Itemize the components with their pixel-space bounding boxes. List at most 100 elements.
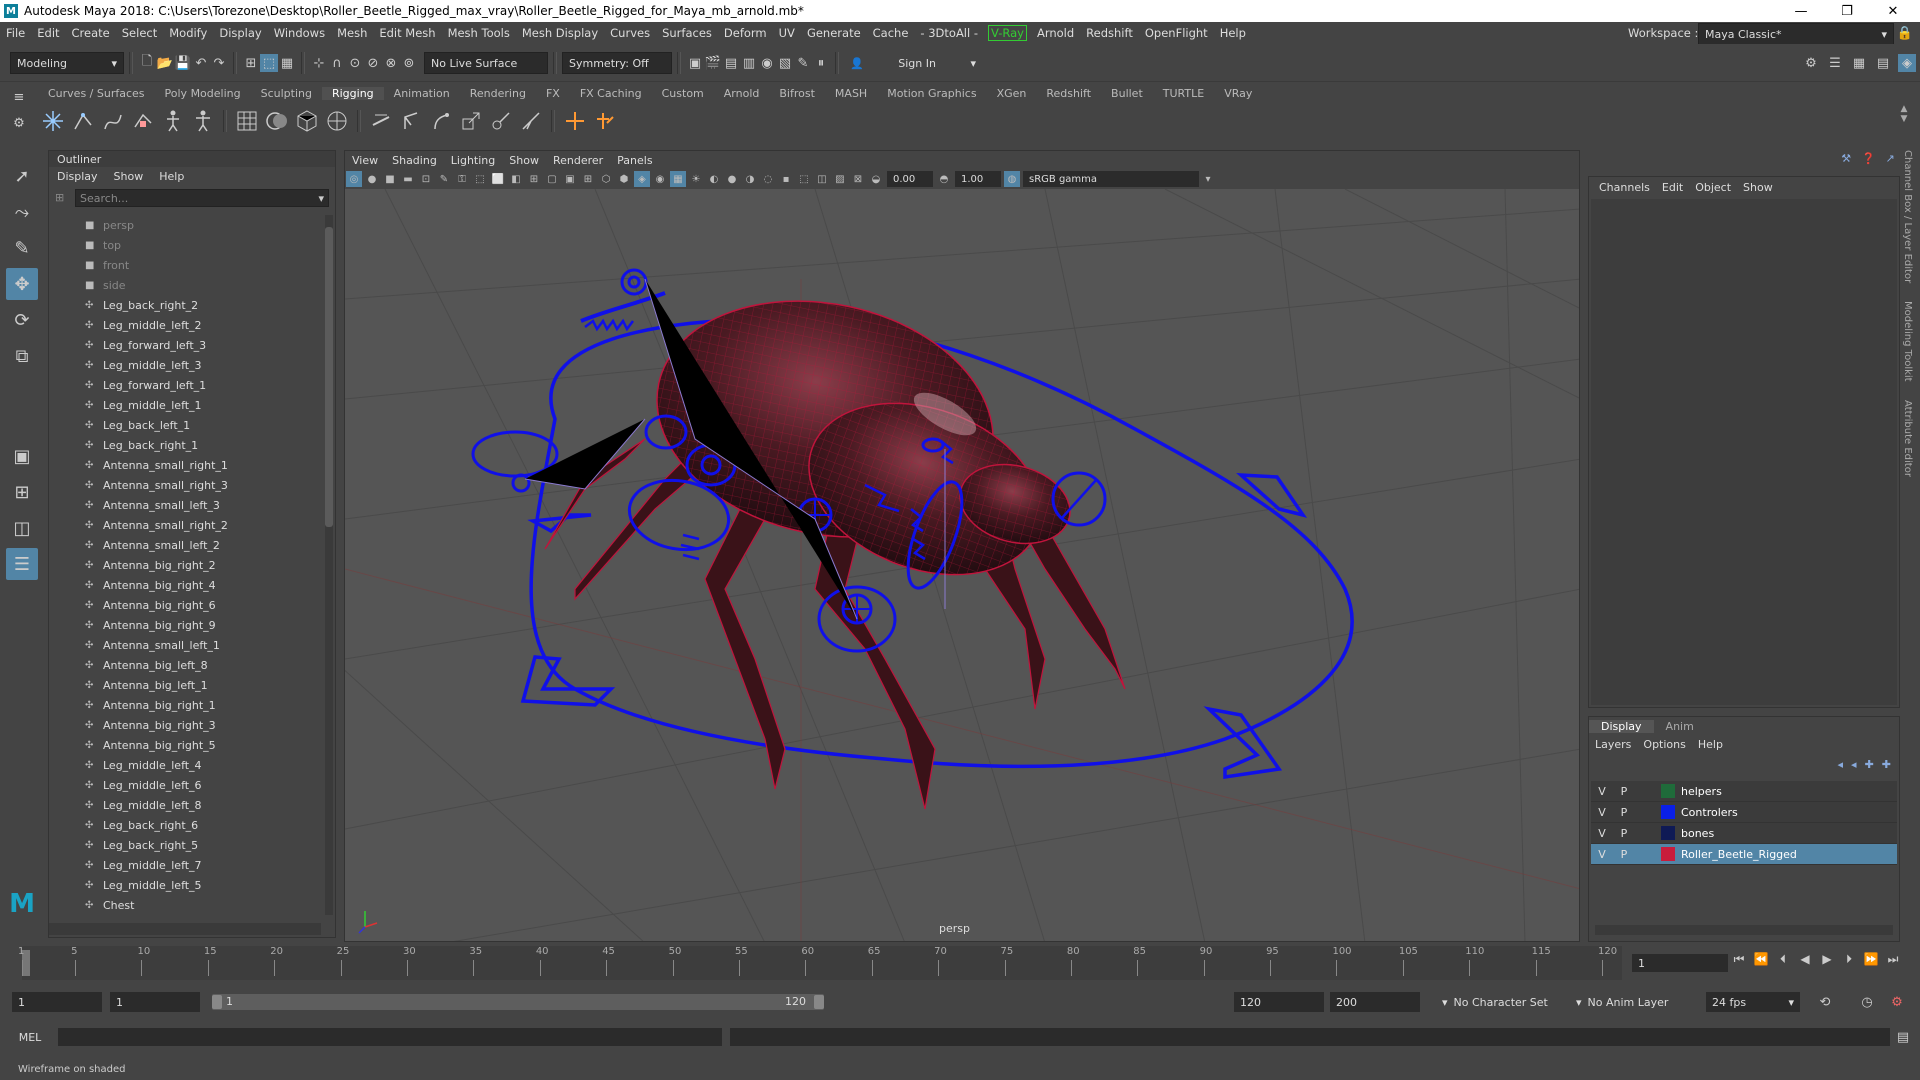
list-item[interactable]: ✣ Chest bbox=[49, 895, 321, 915]
ik-handle-icon[interactable] bbox=[69, 107, 97, 135]
lasso-tool-icon[interactable]: ⤳ bbox=[6, 196, 38, 228]
menu-openflight[interactable]: OpenFlight bbox=[1139, 26, 1214, 40]
menu-edit[interactable]: Edit bbox=[31, 26, 65, 40]
menu-select[interactable]: Select bbox=[116, 26, 163, 40]
layer-row[interactable]: V Pbones bbox=[1591, 823, 1897, 844]
snap-view-icon[interactable]: ⊗ bbox=[382, 54, 400, 72]
lock-icon[interactable]: 🔒 bbox=[1896, 24, 1914, 42]
anim-layer-dropdown[interactable]: ▾ No Anim Layer bbox=[1570, 992, 1680, 1012]
scale-constraint-icon[interactable] bbox=[457, 107, 485, 135]
auto-key-icon[interactable]: ◷ bbox=[1858, 993, 1876, 1011]
shelf-scroll[interactable]: ▲ ▼ bbox=[1896, 104, 1912, 138]
channelbox-menu-object[interactable]: Object bbox=[1689, 181, 1737, 194]
maximize-button[interactable]: ❐ bbox=[1824, 0, 1870, 22]
tool-settings-icon[interactable]: ▦ bbox=[1850, 54, 1868, 72]
field-chart-icon[interactable]: ⊞ bbox=[526, 171, 542, 187]
render-region-icon[interactable]: ▧ bbox=[776, 54, 794, 72]
2d-pan-icon[interactable]: ⊡ bbox=[418, 171, 434, 187]
list-item[interactable]: ✣ Antenna_small_right_3 bbox=[49, 475, 321, 495]
layer-visibility-toggle[interactable]: V bbox=[1591, 806, 1613, 819]
single-perspective-layout-icon[interactable]: ▣ bbox=[6, 440, 38, 472]
snap-curve-icon[interactable]: ∩ bbox=[328, 54, 346, 72]
ik-spline-icon[interactable] bbox=[99, 107, 127, 135]
fps-dropdown[interactable]: 24 fps ▾ bbox=[1706, 992, 1800, 1012]
wireframe-icon[interactable]: ⬡ bbox=[598, 171, 614, 187]
sync-icon[interactable]: ↗ bbox=[1886, 152, 1895, 170]
list-item[interactable]: ✣ Antenna_big_right_3 bbox=[49, 715, 321, 735]
bookmarks-icon[interactable]: ■ bbox=[382, 171, 398, 187]
safe-action-icon[interactable]: ▢ bbox=[544, 171, 560, 187]
current-frame-field[interactable]: 1 bbox=[1632, 954, 1728, 972]
grid-icon[interactable]: ⊞ bbox=[580, 171, 596, 187]
go-to-start-button[interactable]: ⏮ bbox=[1728, 952, 1750, 967]
select-hierarchy-icon[interactable]: ⊞ bbox=[242, 54, 260, 72]
select-tool-icon[interactable]: ➚ bbox=[6, 160, 38, 192]
modeling-toolkit-icon[interactable]: ⚙ bbox=[1802, 54, 1820, 72]
list-item[interactable]: ✣ Leg_middle_left_5 bbox=[49, 875, 321, 895]
select-object-icon[interactable]: ⬚ bbox=[260, 54, 278, 72]
snap-grid-icon[interactable]: ⊹ bbox=[310, 54, 328, 72]
image-plane-icon[interactable]: ▬ bbox=[400, 171, 416, 187]
menu-vray[interactable]: V-Ray bbox=[988, 25, 1027, 41]
list-item[interactable]: ✣ Leg_middle_left_3 bbox=[49, 355, 321, 375]
menu-file[interactable]: File bbox=[0, 26, 31, 40]
render-settings-icon[interactable]: ▥ bbox=[740, 54, 758, 72]
list-item[interactable]: ✣ Leg_middle_left_8 bbox=[49, 795, 321, 815]
menu-windows[interactable]: Windows bbox=[268, 26, 331, 40]
layer-color-swatch[interactable] bbox=[1661, 826, 1675, 840]
viewport-menu-shading[interactable]: Shading bbox=[385, 154, 444, 167]
character-set-dropdown[interactable]: ▾ No Character Set bbox=[1436, 992, 1566, 1012]
smooth-shade-icon[interactable]: ⬢ bbox=[616, 171, 632, 187]
shadows-icon[interactable]: ◐ bbox=[706, 171, 722, 187]
list-item[interactable]: ✣ Antenna_big_left_8 bbox=[49, 655, 321, 675]
render-frame-icon[interactable]: 🎬 bbox=[704, 54, 722, 72]
viewport-menu-view[interactable]: View bbox=[345, 154, 385, 167]
layer-visibility-toggle[interactable]: V bbox=[1591, 848, 1613, 861]
menu-redshift[interactable]: Redshift bbox=[1080, 26, 1139, 40]
list-item[interactable]: ✣ Leg_back_right_6 bbox=[49, 815, 321, 835]
outliner-menu-display[interactable]: Display bbox=[49, 170, 106, 183]
cluster-icon[interactable] bbox=[591, 107, 619, 135]
menu-create[interactable]: Create bbox=[66, 26, 116, 40]
shelf-tab-xgen[interactable]: XGen bbox=[987, 87, 1037, 100]
shelf-tab-menu-icon[interactable]: ≡ bbox=[10, 88, 28, 106]
menuset-dropdown[interactable]: Modeling ▾ bbox=[10, 52, 124, 74]
tab-attribute-editor[interactable]: Attribute Editor bbox=[1902, 400, 1913, 477]
point-constraint-icon[interactable] bbox=[367, 107, 395, 135]
layer-visibility-toggle[interactable]: V bbox=[1591, 785, 1613, 798]
tab-display[interactable]: Display bbox=[1589, 719, 1654, 733]
snapshot-icon[interactable]: ✎ bbox=[794, 54, 812, 72]
outliner-h-scrollbar[interactable] bbox=[49, 923, 321, 935]
command-input[interactable] bbox=[58, 1028, 722, 1046]
layer-menu-help[interactable]: Help bbox=[1692, 738, 1729, 751]
open-scene-icon[interactable]: 📂 bbox=[156, 54, 174, 72]
outliner-scrollbar[interactable] bbox=[325, 215, 333, 915]
list-item[interactable]: ✣ Antenna_big_right_6 bbox=[49, 595, 321, 615]
pause-icon[interactable]: ⏸ bbox=[812, 54, 830, 72]
aim-constraint-icon[interactable] bbox=[397, 107, 425, 135]
create-joints-icon[interactable] bbox=[39, 107, 67, 135]
list-item[interactable]: ✣ Antenna_big_right_2 bbox=[49, 555, 321, 575]
camera-tool-icon[interactable]: ⚒ bbox=[1841, 152, 1851, 170]
undo-icon[interactable]: ↶ bbox=[192, 54, 210, 72]
viewport-menu-show[interactable]: Show bbox=[502, 154, 546, 167]
snap-point-icon[interactable]: ⊙ bbox=[346, 54, 364, 72]
list-item[interactable]: ✣ Antenna_big_right_1 bbox=[49, 695, 321, 715]
save-scene-icon[interactable]: 💾 bbox=[174, 54, 192, 72]
wrap-icon[interactable] bbox=[323, 107, 351, 135]
list-item[interactable]: ✣ Leg_back_left_1 bbox=[49, 415, 321, 435]
orient-constraint-icon[interactable] bbox=[427, 107, 455, 135]
attribute-editor-icon[interactable]: ☰ bbox=[1826, 54, 1844, 72]
layer-row[interactable]: V P Roller_Beetle_Rigged bbox=[1591, 844, 1897, 865]
workspace-dropdown[interactable]: Maya Classic* ▾ bbox=[1698, 23, 1894, 45]
anim-prefs-icon[interactable]: ⚙ bbox=[1888, 993, 1906, 1011]
shelf-tab-arnold[interactable]: Arnold bbox=[714, 87, 770, 100]
list-item[interactable]: ✣ Antenna_big_right_9 bbox=[49, 615, 321, 635]
menu-3dtoall[interactable]: - 3DtoAll - bbox=[914, 26, 984, 40]
new-layer-icon[interactable]: ✚ bbox=[1865, 758, 1874, 771]
exposure-icon[interactable]: ◒ bbox=[868, 171, 884, 187]
locator-icon[interactable] bbox=[561, 107, 589, 135]
camera-lock-icon[interactable]: ⚿ bbox=[454, 171, 470, 187]
resolution-gate-icon[interactable]: ⬜ bbox=[490, 171, 506, 187]
shelf-settings-icon[interactable]: ⚙ bbox=[10, 114, 28, 132]
